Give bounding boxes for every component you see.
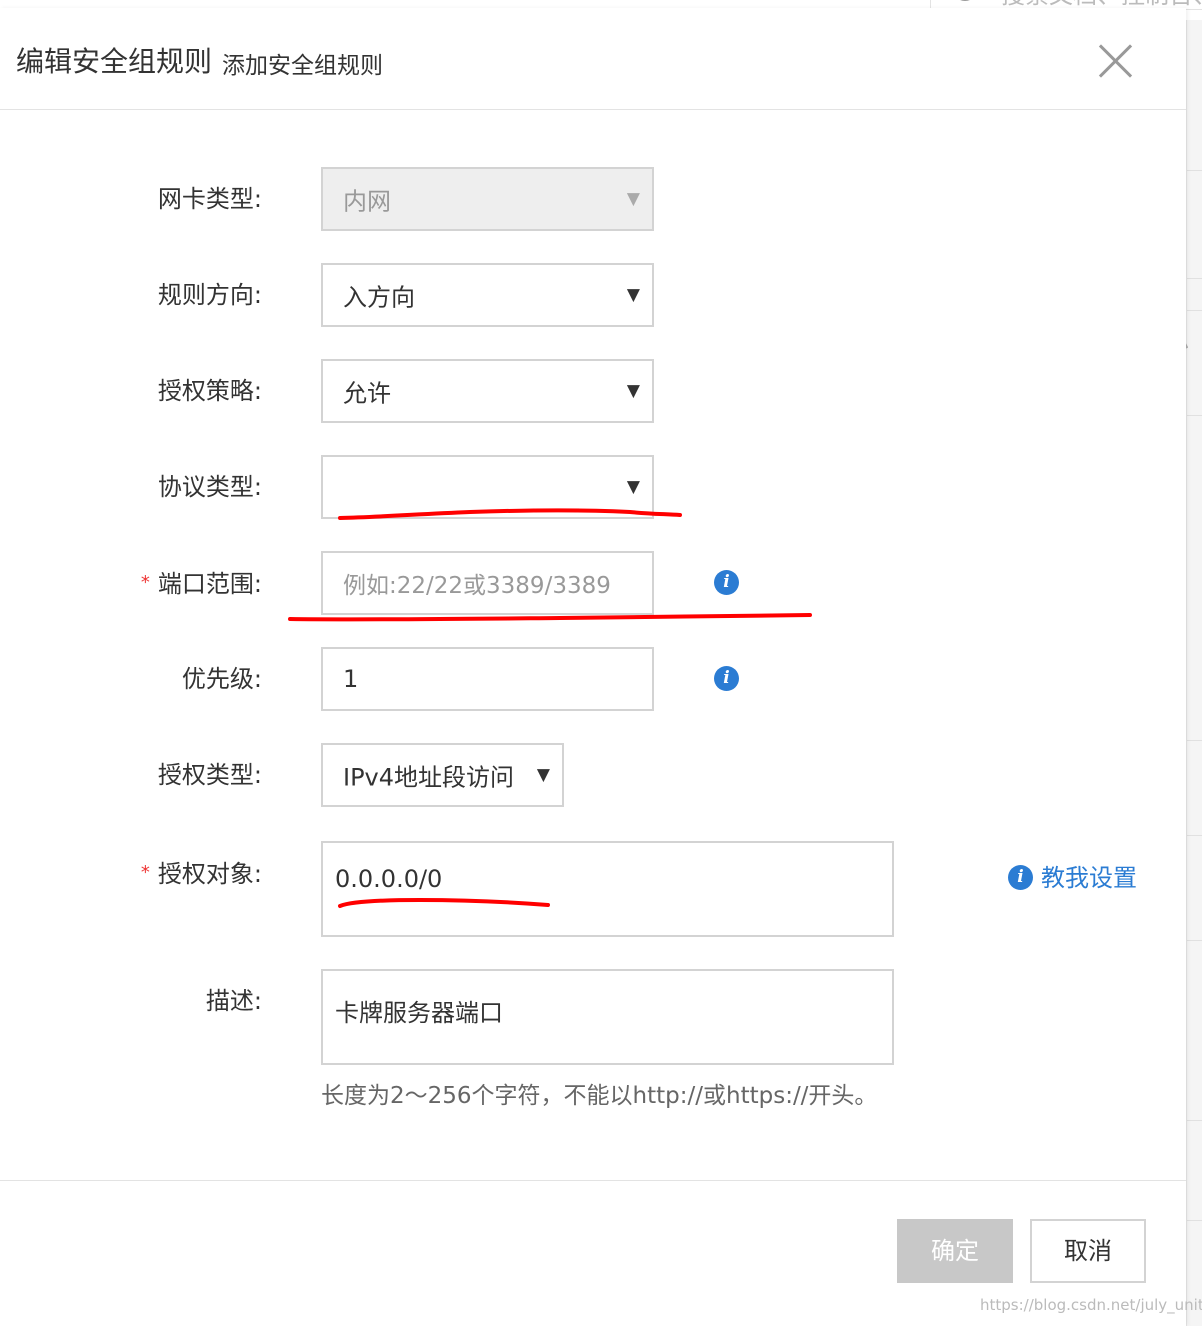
watermark: https://blog.csdn.net/july_unity bbox=[980, 1296, 1202, 1314]
annotation-underline-port bbox=[288, 613, 812, 622]
annotation-underline-auth-object bbox=[338, 897, 550, 908]
annotation-underline-protocol bbox=[338, 508, 682, 520]
red-annotation-marks bbox=[288, 508, 812, 908]
